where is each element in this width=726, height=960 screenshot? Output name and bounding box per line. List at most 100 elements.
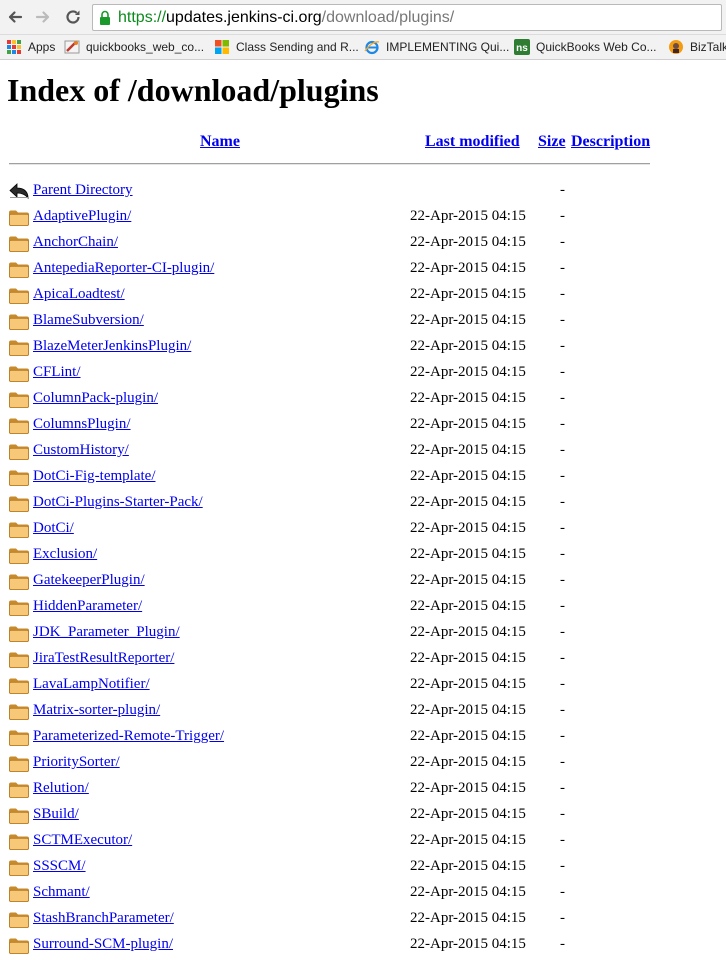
last-modified-cell: 22-Apr-2015 04:15 xyxy=(410,676,526,692)
listing-row: Parent Directory - xyxy=(0,178,726,204)
size-cell: - xyxy=(560,260,565,276)
plugin-folder-link[interactable]: HiddenParameter/ xyxy=(33,597,142,615)
listing-row: Matrix-sorter-plugin/22-Apr-2015 04:15 - xyxy=(0,698,726,724)
last-modified-cell: 22-Apr-2015 04:15 xyxy=(410,806,526,822)
listing-row: CustomHistory/22-Apr-2015 04:15 - xyxy=(0,438,726,464)
plugin-folder-link[interactable]: BlameSubversion/ xyxy=(33,311,144,329)
column-header-last-modified[interactable]: Last modified xyxy=(425,132,520,152)
last-modified-cell: 22-Apr-2015 04:15 xyxy=(410,390,526,406)
column-header-size[interactable]: Size xyxy=(538,132,566,152)
size-cell: - xyxy=(560,182,565,198)
folder-icon xyxy=(8,285,30,305)
plugin-folder-link[interactable]: ApicaLoadtest/ xyxy=(33,285,125,303)
last-modified-cell: 22-Apr-2015 04:15 xyxy=(410,416,526,432)
forward-arrow-icon[interactable] xyxy=(32,6,54,28)
listing-row: AdaptivePlugin/22-Apr-2015 04:15 - xyxy=(0,204,726,230)
windows-logo-icon xyxy=(214,39,230,55)
plugin-folder-link[interactable]: DotCi-Fig-template/ xyxy=(33,467,155,485)
size-cell: - xyxy=(560,832,565,848)
listing-row: BlazeMeterJenkinsPlugin/22-Apr-2015 04:1… xyxy=(0,334,726,360)
page-title: Index of /download/plugins xyxy=(7,72,379,108)
size-cell: - xyxy=(560,494,565,510)
size-cell: - xyxy=(560,286,565,302)
plugin-folder-link[interactable]: Exclusion/ xyxy=(33,545,97,563)
size-cell: - xyxy=(560,208,565,224)
column-header-name[interactable]: Name xyxy=(200,132,240,152)
plugin-folder-link[interactable]: Parameterized-Remote-Trigger/ xyxy=(33,727,224,745)
reload-icon[interactable] xyxy=(62,6,84,28)
listing-row: DotCi-Plugins-Starter-Pack/22-Apr-2015 0… xyxy=(0,490,726,516)
url-path: /download/plugins/ xyxy=(321,9,455,26)
plugin-folder-link[interactable]: LavaLampNotifier/ xyxy=(33,675,150,693)
folder-icon xyxy=(8,857,30,877)
listing-row: StashBranchParameter/22-Apr-2015 04:15 - xyxy=(0,906,726,932)
parent-directory-link[interactable]: Parent Directory xyxy=(33,181,133,199)
folder-icon xyxy=(8,545,30,565)
last-modified-cell: 22-Apr-2015 04:15 xyxy=(410,208,526,224)
plugin-folder-link[interactable]: Matrix-sorter-plugin/ xyxy=(33,701,160,719)
url-text: https://updates.jenkins-ci.org/download/… xyxy=(118,5,454,30)
folder-icon xyxy=(8,363,30,383)
size-cell: - xyxy=(560,338,565,354)
size-cell: - xyxy=(560,572,565,588)
bookmark-label: QuickBooks Web Co... xyxy=(536,40,657,54)
last-modified-cell: 22-Apr-2015 04:15 xyxy=(410,624,526,640)
listing-row: ApicaLoadtest/22-Apr-2015 04:15 - xyxy=(0,282,726,308)
bookmark-favicon xyxy=(64,39,80,55)
plugin-folder-link[interactable]: JiraTestResultReporter/ xyxy=(33,649,174,667)
plugin-folder-link[interactable]: AntepediaReporter-CI-plugin/ xyxy=(33,259,214,277)
plugin-folder-link[interactable]: AdaptivePlugin/ xyxy=(33,207,131,225)
size-cell: - xyxy=(560,650,565,666)
bookmark-label: BizTalk' xyxy=(690,40,726,54)
header-divider xyxy=(9,163,650,165)
plugin-folder-link[interactable]: ColumnsPlugin/ xyxy=(33,415,131,433)
last-modified-cell: 22-Apr-2015 04:15 xyxy=(410,910,526,926)
svg-text:ns: ns xyxy=(516,43,528,54)
back-arrow-icon[interactable] xyxy=(4,6,26,28)
size-cell: - xyxy=(560,468,565,484)
plugin-folder-link[interactable]: Surround-SCM-plugin/ xyxy=(33,935,173,953)
plugin-folder-link[interactable]: Schmant/ xyxy=(33,883,90,901)
listing-row: JiraTestResultReporter/22-Apr-2015 04:15… xyxy=(0,646,726,672)
bookmark-label: IMPLEMENTING Qui... xyxy=(386,40,510,54)
plugin-folder-link[interactable]: SCTMExecutor/ xyxy=(33,831,132,849)
browser-toolbar: https://updates.jenkins-ci.org/download/… xyxy=(0,0,726,35)
folder-icon xyxy=(8,337,30,357)
plugin-folder-link[interactable]: DotCi-Plugins-Starter-Pack/ xyxy=(33,493,203,511)
listing-row: JDK_Parameter_Plugin/22-Apr-2015 04:15 - xyxy=(0,620,726,646)
folder-icon xyxy=(8,649,30,669)
plugin-folder-link[interactable]: GatekeeperPlugin/ xyxy=(33,571,145,589)
folder-icon xyxy=(8,311,30,331)
plugin-folder-link[interactable]: BlazeMeterJenkinsPlugin/ xyxy=(33,337,191,355)
folder-icon xyxy=(8,519,30,539)
listing-row: SBuild/22-Apr-2015 04:15 - xyxy=(0,802,726,828)
plugin-folder-link[interactable]: StashBranchParameter/ xyxy=(33,909,174,927)
size-cell: - xyxy=(560,806,565,822)
plugin-folder-link[interactable]: Relution/ xyxy=(33,779,89,797)
folder-icon xyxy=(8,467,30,487)
plugin-folder-link[interactable]: SBuild/ xyxy=(33,805,79,823)
last-modified-cell: 22-Apr-2015 04:15 xyxy=(410,572,526,588)
last-modified-cell: 22-Apr-2015 04:15 xyxy=(410,858,526,874)
bookmark-label: Class Sending and R... xyxy=(236,40,359,54)
last-modified-cell: 22-Apr-2015 04:15 xyxy=(410,338,526,354)
address-bar[interactable]: https://updates.jenkins-ci.org/download/… xyxy=(92,4,722,31)
plugin-folder-link[interactable]: CustomHistory/ xyxy=(33,441,129,459)
last-modified-cell: 22-Apr-2015 04:15 xyxy=(410,442,526,458)
plugin-folder-link[interactable]: AnchorChain/ xyxy=(33,233,118,251)
size-cell: - xyxy=(560,234,565,250)
size-cell: - xyxy=(560,676,565,692)
plugin-folder-link[interactable]: SSSCM/ xyxy=(33,857,86,875)
plugin-folder-link[interactable]: CFLint/ xyxy=(33,363,81,381)
column-header-description[interactable]: Description xyxy=(571,132,650,152)
last-modified-cell: 22-Apr-2015 04:15 xyxy=(410,494,526,510)
plugin-folder-link[interactable]: DotCi/ xyxy=(33,519,74,537)
url-host: updates.jenkins-ci.org xyxy=(166,9,322,26)
last-modified-cell: 22-Apr-2015 04:15 xyxy=(410,650,526,666)
last-modified-cell: 22-Apr-2015 04:15 xyxy=(410,780,526,796)
listing-row: SSSCM/22-Apr-2015 04:15 - xyxy=(0,854,726,880)
plugin-folder-link[interactable]: JDK_Parameter_Plugin/ xyxy=(33,623,180,641)
plugin-folder-link[interactable]: ColumnPack-plugin/ xyxy=(33,389,158,407)
plugin-folder-link[interactable]: PrioritySorter/ xyxy=(33,753,120,771)
folder-icon xyxy=(8,597,30,617)
